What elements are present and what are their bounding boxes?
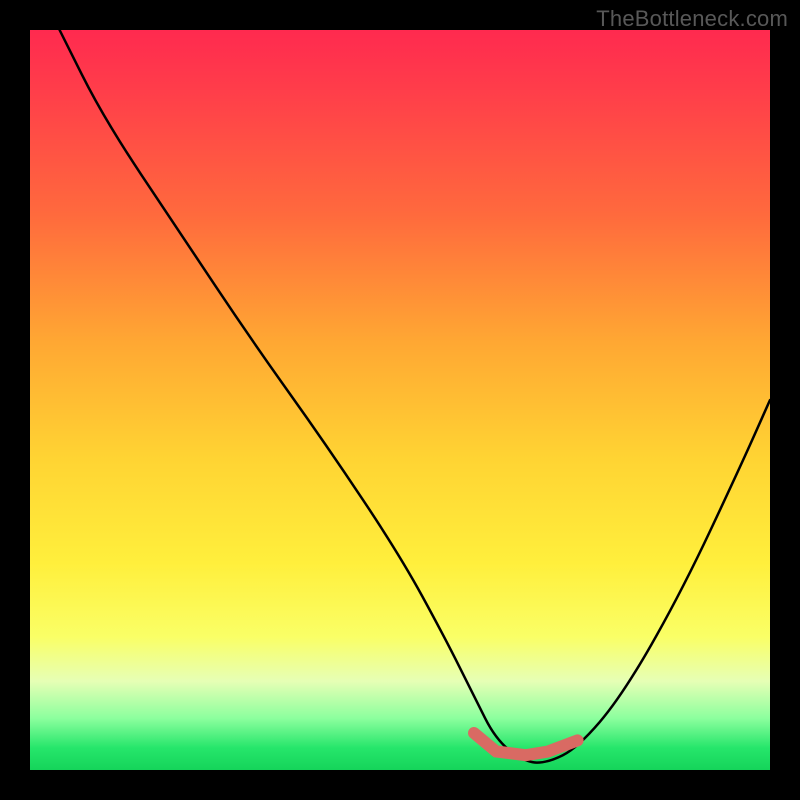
bottleneck-curve-path [60,30,770,763]
attribution-text: TheBottleneck.com [596,6,788,32]
chart-frame: TheBottleneck.com [0,0,800,800]
chart-svg [30,30,770,770]
sweet-spot-highlight [474,733,578,755]
